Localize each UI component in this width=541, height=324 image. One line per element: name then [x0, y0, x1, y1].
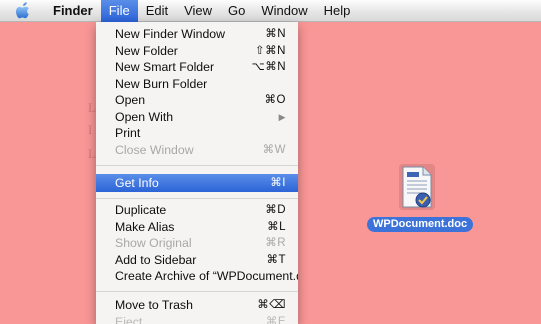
menu-item-label: New Folder	[115, 43, 178, 58]
file-menu-dropdown: New Finder Window ⌘N New Folder ⇧⌘N New …	[96, 22, 298, 324]
menu-item-shortcut: ⌘D	[265, 204, 286, 216]
menu-item-shortcut: ⌘W	[262, 143, 286, 156]
menu-item-shortcut: ⌘O	[264, 94, 286, 106]
menu-item-label: Print	[115, 126, 141, 140]
menu-item-shortcut: ⌘N	[265, 28, 286, 40]
menu-bar: Finder File Edit View Go Window Help	[0, 0, 541, 22]
menu-item-new-folder[interactable]: New Folder ⇧⌘N	[96, 43, 298, 60]
menu-item-open[interactable]: Open ⌘O	[96, 92, 298, 109]
menu-item-label: Get Info	[115, 176, 159, 190]
menu-item-label: Close Window	[115, 142, 194, 157]
menu-item-shortcut: ⌘I	[270, 177, 286, 189]
menu-item-show-original: Show Original ⌘R	[96, 235, 298, 252]
menu-item-label: Add to Sidebar	[115, 252, 197, 267]
menu-window[interactable]: Window	[253, 0, 315, 22]
menu-edit[interactable]: Edit	[138, 0, 176, 22]
menu-item-eject: Eject ⌘E	[96, 314, 298, 324]
menu-item-label: Open With	[115, 109, 174, 124]
background-glyph: L	[88, 100, 96, 115]
menu-item-open-with[interactable]: Open With ▶	[96, 109, 298, 126]
menu-item-duplicate[interactable]: Duplicate ⌘D	[96, 202, 298, 219]
menu-item-get-info[interactable]: Get Info ⌘I	[96, 174, 298, 192]
menu-finder[interactable]: Finder	[45, 0, 101, 22]
menu-separator	[96, 165, 298, 166]
menu-file[interactable]: File	[100, 0, 138, 22]
menu-item-shortcut: ⌘R	[265, 237, 286, 249]
menu-item-move-to-trash[interactable]: Move to Trash ⌘⌫	[96, 297, 298, 314]
menu-item-label: Open	[115, 93, 146, 107]
menu-go[interactable]: Go	[220, 0, 253, 22]
menu-help[interactable]: Help	[316, 0, 359, 22]
submenu-arrow-icon: ▶	[278, 111, 286, 122]
menu-separator	[96, 198, 298, 199]
menu-item-shortcut: ⌘E	[265, 315, 286, 324]
menu-item-make-alias[interactable]: Make Alias ⌘L	[96, 219, 298, 236]
menu-item-label: Make Alias	[115, 219, 175, 234]
menu-item-label: New Smart Folder	[115, 60, 215, 74]
menu-item-label: Move to Trash	[115, 298, 193, 312]
menu-item-add-to-sidebar[interactable]: Add to Sidebar ⌘T	[96, 252, 298, 269]
file-name-label[interactable]: WPDocument.doc	[367, 217, 474, 232]
background-glyph: L	[88, 146, 96, 161]
menu-item-print[interactable]: Print	[96, 125, 298, 142]
menu-item-new-smart-folder[interactable]: New Smart Folder ⌥⌘N	[96, 59, 298, 76]
menu-separator	[96, 291, 298, 292]
menu-item-label: New Finder Window	[115, 27, 226, 41]
menu-item-new-burn-folder[interactable]: New Burn Folder	[96, 76, 298, 93]
word-document-icon[interactable]	[399, 164, 435, 210]
menu-item-shortcut: ⌘L	[267, 220, 286, 233]
menu-item-shortcut: ⌘T	[266, 253, 286, 266]
menu-item-label: Create Archive of “WPDocument.doc”	[115, 269, 298, 283]
menu-item-shortcut: ⌘⌫	[257, 299, 286, 311]
background-glyph: I	[88, 122, 93, 137]
menu-item-shortcut: ⇧⌘N	[255, 44, 286, 57]
menu-item-label: Eject	[115, 314, 143, 324]
menu-item-label: Show Original	[115, 236, 192, 250]
menu-item-close-window: Close Window ⌘W	[96, 142, 298, 159]
menu-item-shortcut: ⌥⌘N	[251, 61, 286, 73]
apple-icon[interactable]	[13, 1, 33, 21]
menu-item-label: New Burn Folder	[115, 76, 208, 91]
menu-item-new-finder-window[interactable]: New Finder Window ⌘N	[96, 26, 298, 43]
menu-item-create-archive[interactable]: Create Archive of “WPDocument.doc”	[96, 268, 298, 285]
menu-item-label: Duplicate	[115, 203, 167, 217]
menu-view[interactable]: View	[176, 0, 220, 22]
